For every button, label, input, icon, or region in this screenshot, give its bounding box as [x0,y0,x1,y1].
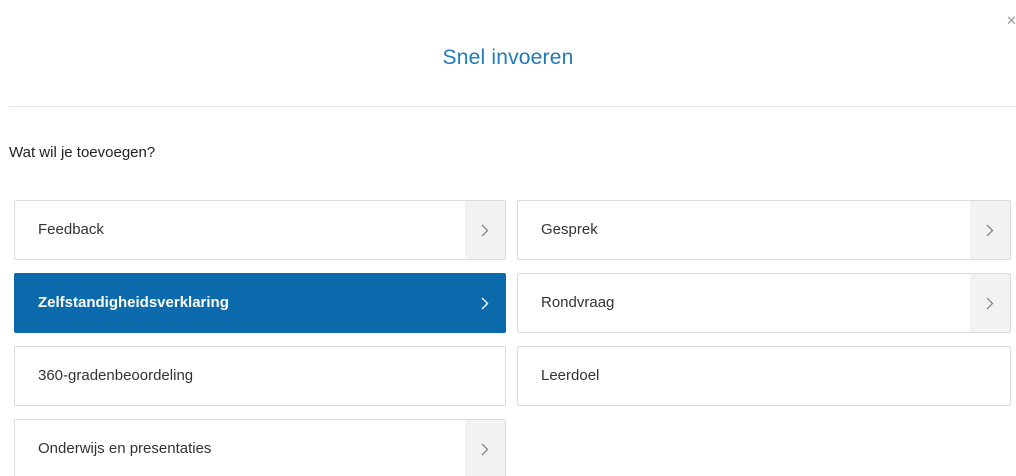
option-label: 360-gradenbeoordeling [38,367,194,384]
quick-entry-modal: ✕ Snel invoeren Wat wil je toevoegen? Fe… [0,0,1016,476]
option-label: Leerdoel [541,367,600,384]
option-leerdoel[interactable]: Leerdoel [517,346,1011,406]
option-gesprek[interactable]: Gesprek [517,200,1011,260]
option-feedback[interactable]: Feedback [14,200,506,260]
chevron-right-icon [465,201,505,259]
chevron-right-icon [970,201,1010,259]
divider [9,106,1016,107]
chevron-right-icon [970,274,1010,332]
chevron-right-icon [465,274,505,332]
option-label: Feedback [38,221,104,238]
option-label: Onderwijs en presentaties [38,440,212,457]
question-label: Wat wil je toevoegen? [9,144,156,161]
chevron-right-icon [465,420,505,476]
modal-title: Snel invoeren [442,46,574,69]
option-zelfstandigheidsverklaring[interactable]: Zelfstandigheidsverklaring [14,273,506,333]
option-360-gradenbeoordeling[interactable]: 360-gradenbeoordeling [14,346,506,406]
option-rondvraag[interactable]: Rondvraag [517,273,1011,333]
close-icon[interactable]: ✕ [1006,14,1016,28]
option-label: Rondvraag [541,294,615,311]
option-label: Zelfstandigheidsverklaring [38,294,229,311]
option-label: Gesprek [541,221,598,238]
option-onderwijs-en-presentaties[interactable]: Onderwijs en presentaties [14,419,506,476]
